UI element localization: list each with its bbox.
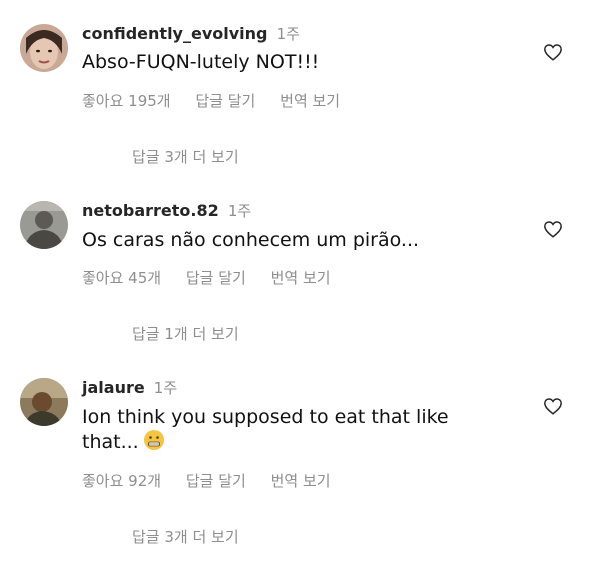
- username[interactable]: netobarreto.82: [82, 201, 219, 220]
- avatar[interactable]: [20, 201, 68, 249]
- heart-icon[interactable]: [543, 43, 563, 61]
- like-count[interactable]: 좋아요 92개: [82, 472, 161, 490]
- translate-button[interactable]: 번역 보기: [271, 472, 331, 490]
- comment-actions: 좋아요 45개 답글 달기 번역 보기: [82, 267, 351, 288]
- comment-time: 1주: [276, 25, 300, 43]
- heart-icon[interactable]: [543, 397, 563, 415]
- translate-button[interactable]: 번역 보기: [271, 269, 331, 287]
- comment-actions: 좋아요 195개 답글 달기 번역 보기: [82, 90, 360, 111]
- comment-actions: 좋아요 92개 답글 달기 번역 보기: [82, 470, 351, 491]
- reply-button[interactable]: 답글 달기: [195, 92, 255, 110]
- username-line: jalaure 1주: [82, 378, 177, 398]
- username-line: confidently_evolving 1주: [82, 24, 300, 44]
- comment-time: 1주: [153, 379, 178, 397]
- like-count[interactable]: 좋아요 45개: [82, 269, 161, 287]
- avatar[interactable]: [20, 378, 68, 426]
- grimacing-face-emoji: [143, 429, 165, 457]
- view-more-replies-button[interactable]: 답글 3개 더 보기: [132, 526, 239, 547]
- comment-time: 1주: [227, 202, 252, 220]
- username[interactable]: jalaure: [82, 378, 145, 397]
- comment-text-content: Ion think you supposed to eat that like …: [82, 406, 449, 453]
- username-line: netobarreto.82 1주: [82, 201, 251, 221]
- reply-button[interactable]: 답글 달기: [186, 472, 246, 490]
- view-more-replies-button[interactable]: 답글 3개 더 보기: [132, 146, 239, 167]
- heart-icon[interactable]: [543, 220, 563, 238]
- reply-button[interactable]: 답글 달기: [186, 269, 246, 287]
- username[interactable]: confidently_evolving: [82, 24, 268, 43]
- view-more-replies-button[interactable]: 답글 1개 더 보기: [132, 323, 239, 344]
- like-count[interactable]: 좋아요 195개: [82, 92, 171, 110]
- comment-text: Os caras não conhecem um pirão...: [82, 229, 420, 251]
- comment-text: Abso-FUQN-lutely NOT!!!: [82, 51, 320, 73]
- comment-text: Ion think you supposed to eat that like …: [82, 405, 482, 457]
- avatar[interactable]: [20, 24, 68, 72]
- translate-button[interactable]: 번역 보기: [280, 92, 340, 110]
